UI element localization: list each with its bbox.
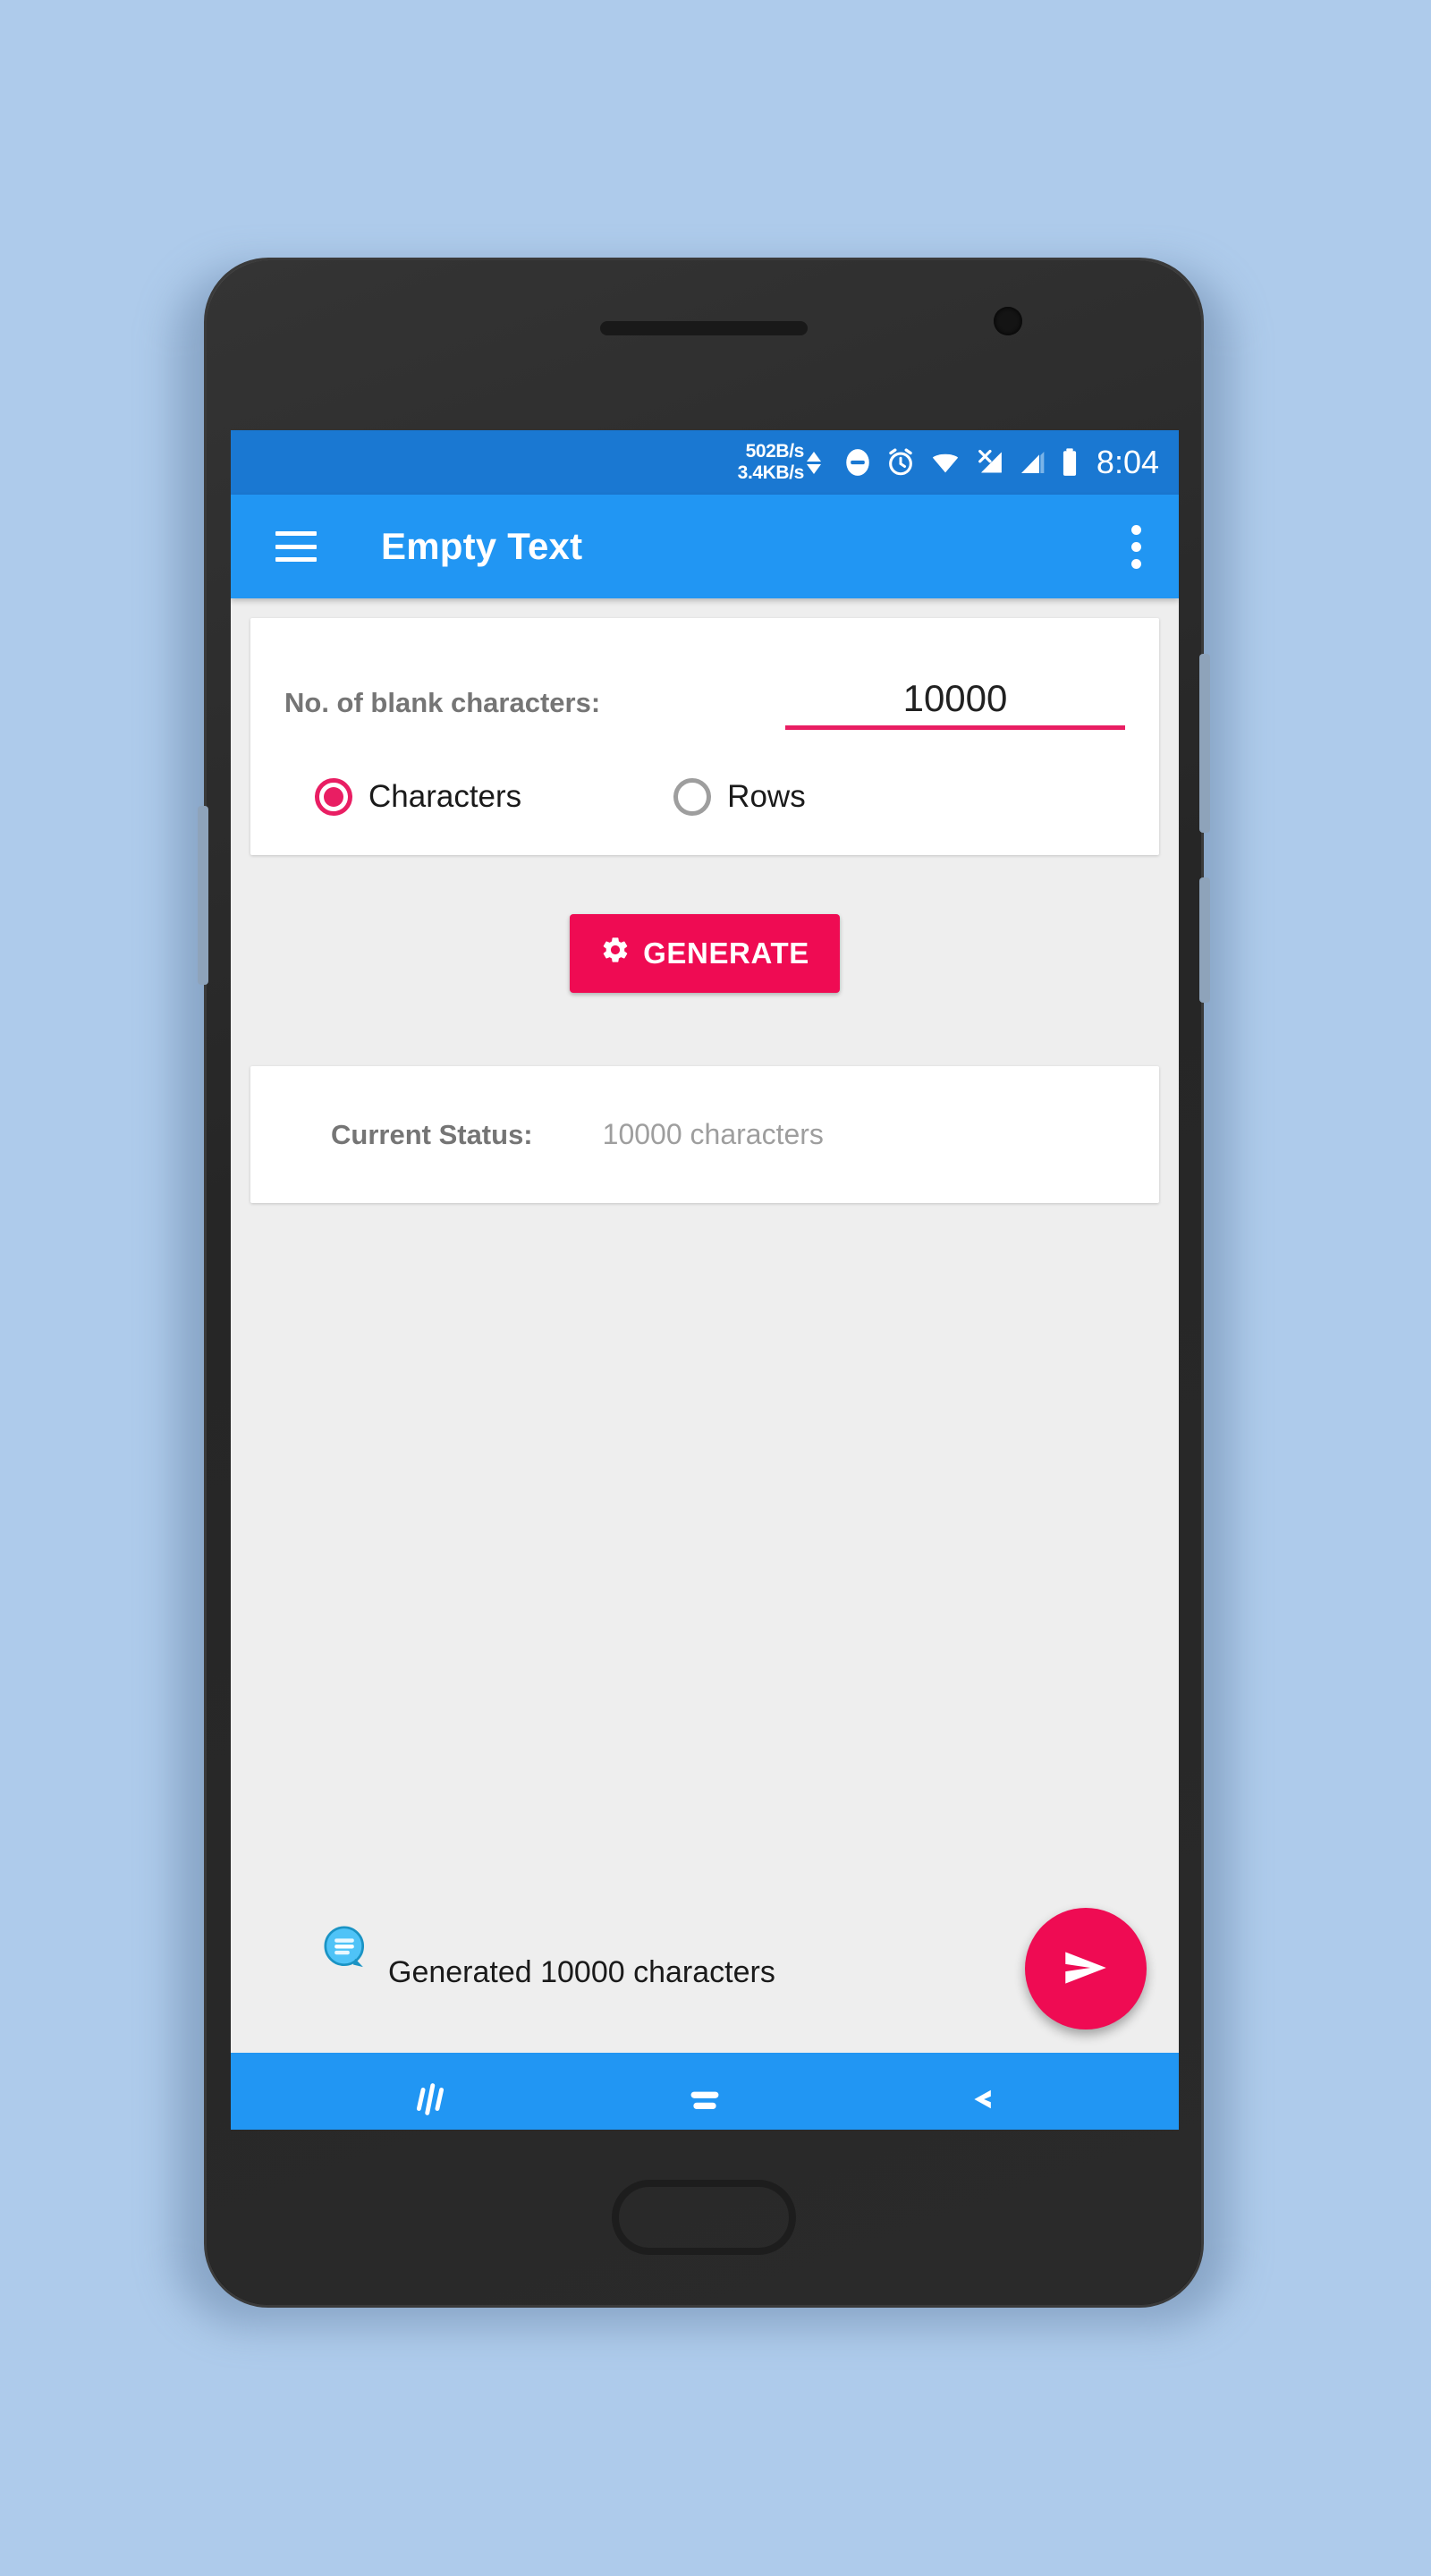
status-bar-clock: 8:04	[1096, 444, 1159, 480]
send-fab-button[interactable]	[1025, 1908, 1147, 2029]
generate-button[interactable]: GENERATE	[570, 914, 840, 993]
blank-characters-label: No. of blank characters:	[284, 687, 601, 718]
home-icon	[680, 2074, 730, 2129]
main-content: No. of blank characters: Characters Rows	[231, 618, 1179, 2053]
download-arrow-icon	[806, 463, 821, 474]
signal-no-service-icon	[975, 447, 1005, 478]
recents-icon	[405, 2074, 455, 2129]
blank-characters-input-wrapper[interactable]	[785, 677, 1125, 730]
chat-bubble-icon	[322, 1924, 370, 1972]
upload-arrow-icon	[806, 451, 821, 462]
phone-device: 502B/s 3.4KB/s 8:04 Empty Text No. of bl…	[198, 258, 1210, 2308]
volume-button[interactable]	[198, 806, 208, 985]
alarm-icon	[885, 447, 916, 478]
toast-message: Generated 10000 characters	[388, 1954, 775, 1989]
current-status-card: Current Status: 10000 characters	[250, 1066, 1159, 1203]
radio-characters-circle-icon	[315, 778, 352, 816]
input-card: No. of blank characters: Characters Rows	[250, 618, 1159, 855]
do-not-disturb-icon	[843, 447, 873, 478]
gear-icon	[600, 935, 631, 972]
front-camera	[994, 307, 1022, 335]
radio-rows-circle-icon	[673, 778, 712, 816]
phone-screen: 502B/s 3.4KB/s 8:04 Empty Text No. of bl…	[231, 430, 1179, 2130]
generate-button-row: GENERATE	[231, 914, 1179, 993]
current-status-value: 10000 characters	[602, 1118, 824, 1150]
back-chevron-icon	[954, 2074, 1004, 2129]
blank-characters-row: No. of blank characters:	[277, 654, 1132, 730]
nav-back-button[interactable]	[926, 2070, 1033, 2130]
system-nav-bar	[231, 2053, 1179, 2130]
app-bar: Empty Text	[231, 495, 1179, 598]
network-upload-speed: 502B/s	[745, 441, 805, 462]
power-button[interactable]	[1199, 654, 1210, 833]
status-bar: 502B/s 3.4KB/s 8:04	[231, 430, 1179, 495]
more-vert-icon[interactable]	[1131, 524, 1141, 569]
radio-rows[interactable]: Rows	[673, 778, 806, 816]
network-download-speed: 3.4KB/s	[737, 462, 805, 483]
nav-home-button[interactable]	[651, 2070, 758, 2130]
hamburger-menu-icon[interactable]	[275, 531, 317, 562]
page-title: Empty Text	[381, 525, 583, 567]
alert-slider-button[interactable]	[1199, 877, 1210, 1003]
send-icon	[1058, 1940, 1113, 1998]
battery-icon	[1059, 447, 1080, 478]
physical-home-button[interactable]	[612, 2180, 796, 2255]
wifi-icon	[928, 447, 962, 478]
network-speed-indicator: 502B/s 3.4KB/s	[738, 441, 821, 484]
signal-bars-icon	[1018, 447, 1046, 478]
unit-radio-group: Characters Rows	[277, 778, 1132, 816]
generate-button-label: GENERATE	[643, 936, 809, 970]
radio-rows-label: Rows	[727, 779, 806, 814]
nav-recents-button[interactable]	[377, 2070, 484, 2130]
current-status-label: Current Status:	[331, 1118, 533, 1150]
radio-characters[interactable]: Characters	[315, 778, 521, 816]
earpiece-speaker	[600, 321, 808, 335]
blank-characters-input[interactable]	[785, 677, 1125, 720]
radio-characters-label: Characters	[368, 779, 522, 814]
